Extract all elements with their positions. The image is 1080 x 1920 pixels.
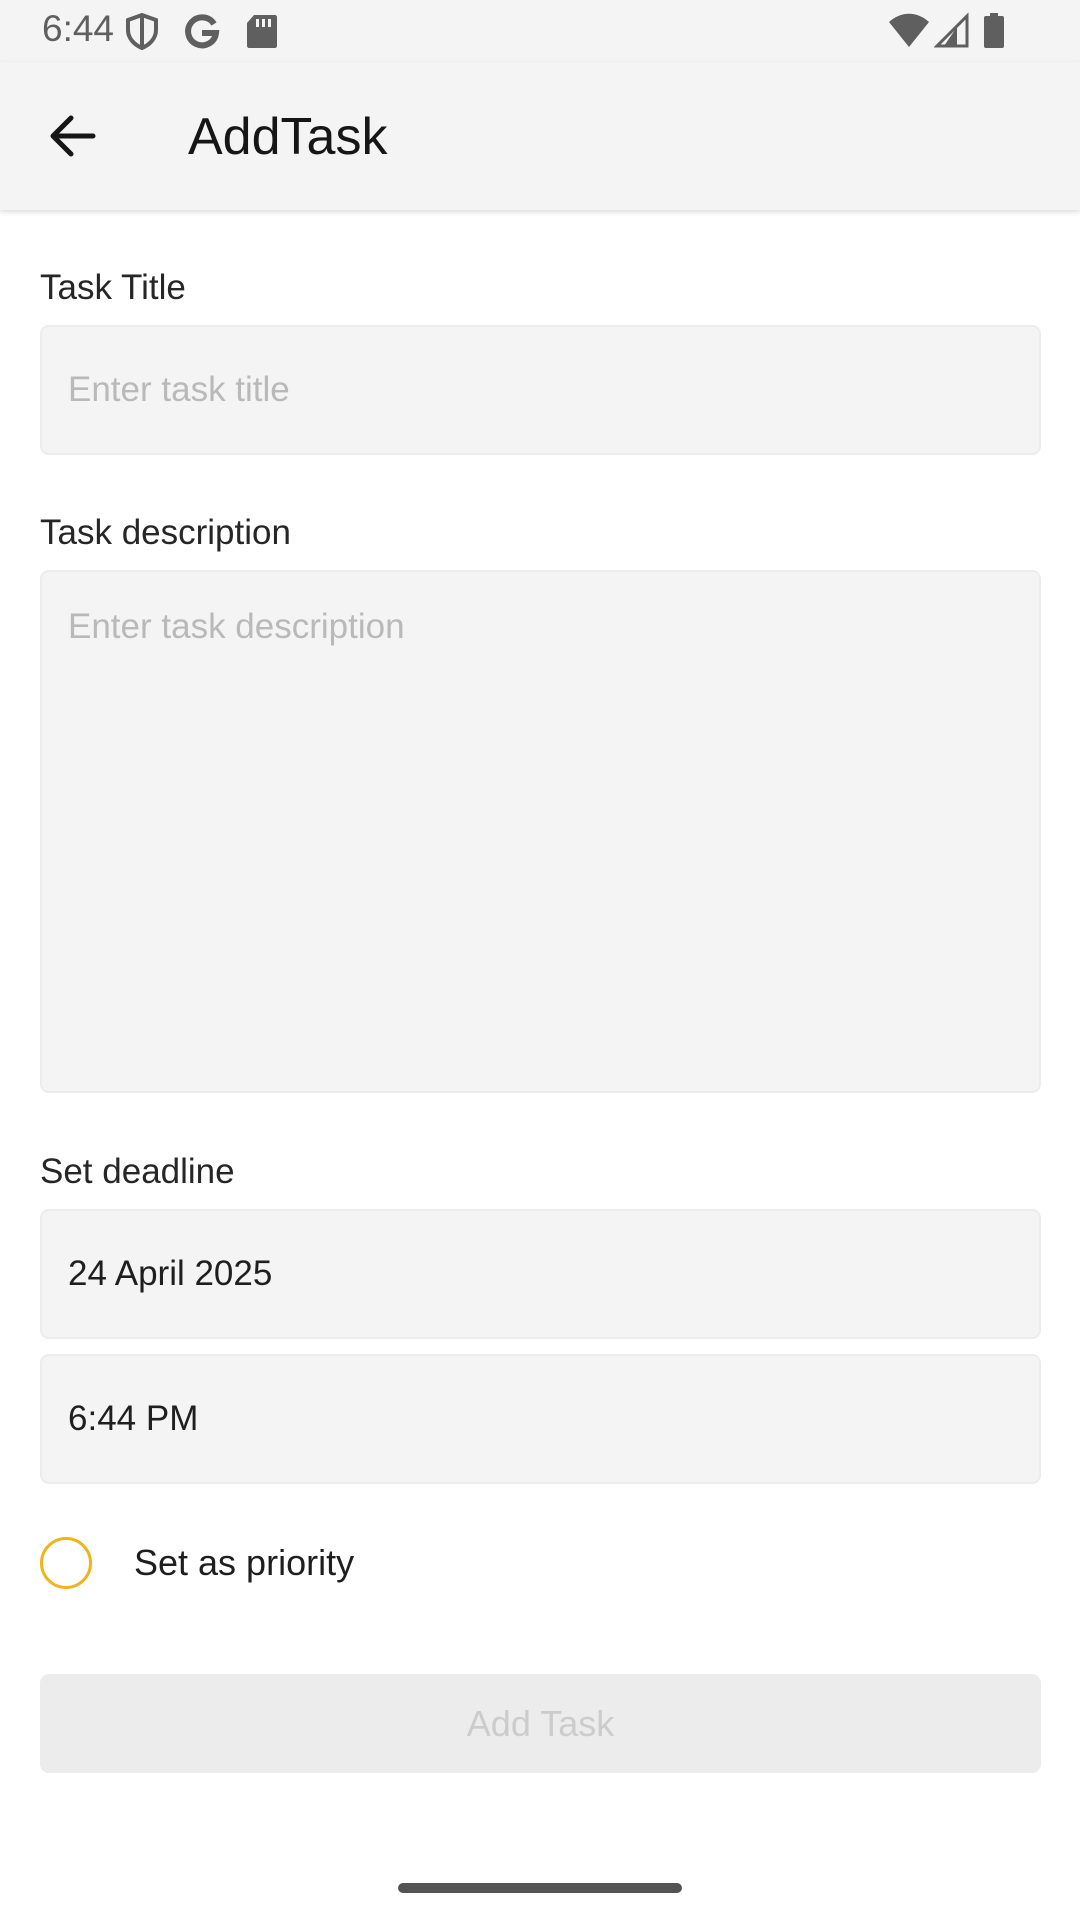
priority-option[interactable]: Set as priority: [40, 1535, 354, 1591]
deadline-label: Set deadline: [40, 1152, 235, 1191]
status-bar: 6:44: [0, 0, 1080, 62]
deadline-date-value: 24 April 2025: [68, 1254, 273, 1293]
arrow-back-icon: [47, 113, 97, 164]
battery-icon: [982, 12, 1006, 50]
home-gesture-bar[interactable]: [398, 1883, 682, 1893]
signal-icon: [933, 12, 970, 50]
page-title: AddTask: [188, 108, 388, 166]
task-description-input[interactable]: [40, 570, 1041, 1093]
wifi-icon: [888, 12, 930, 50]
priority-label: Set as priority: [134, 1542, 355, 1583]
add-task-button[interactable]: Add Task: [40, 1674, 1041, 1773]
app-bar: AddTask: [0, 62, 1080, 210]
back-button[interactable]: [40, 106, 104, 170]
deadline-date-field[interactable]: 24 April 2025: [40, 1209, 1041, 1339]
sd-card-icon: [244, 12, 280, 50]
priority-radio[interactable]: [40, 1537, 92, 1589]
task-title-input[interactable]: [40, 325, 1041, 455]
google-icon: [184, 12, 220, 50]
task-title-label: Task Title: [40, 268, 186, 307]
shield-icon: [124, 12, 160, 51]
task-description-label: Task description: [40, 513, 291, 552]
status-time: 6:44: [42, 8, 115, 49]
deadline-time-value: 6:44 PM: [68, 1399, 199, 1438]
deadline-time-field[interactable]: 6:44 PM: [40, 1354, 1041, 1484]
